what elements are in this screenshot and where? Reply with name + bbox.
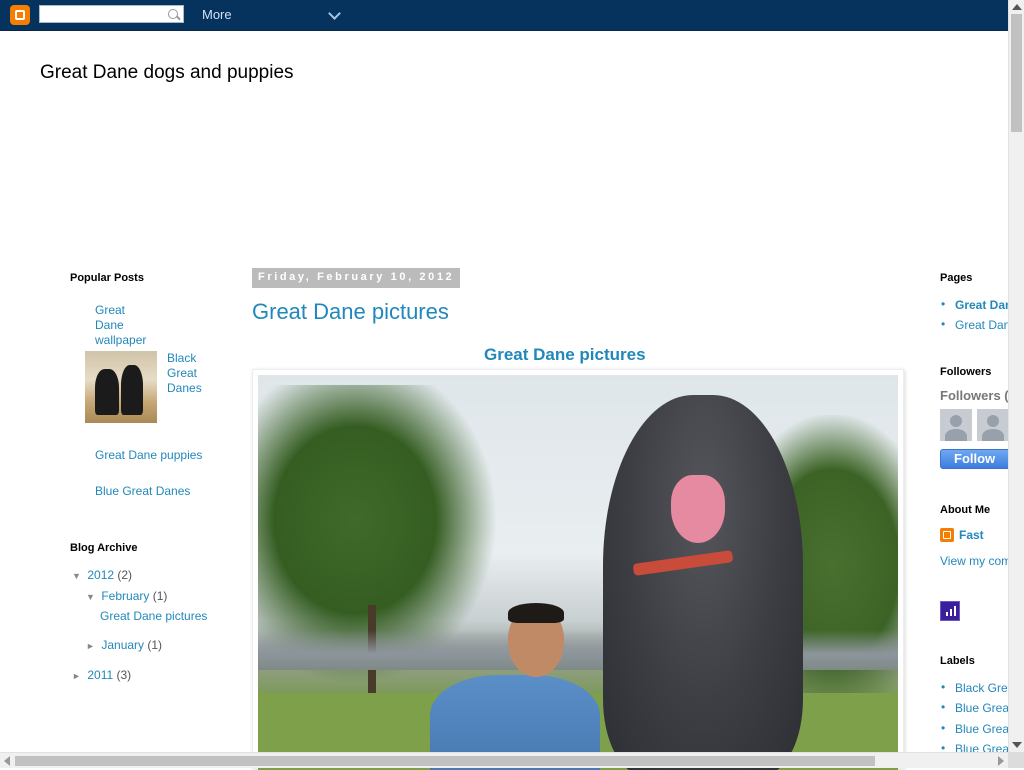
blog-title[interactable]: Great Dane dogs and puppies: [40, 62, 294, 84]
black-great-danes-thumbnail[interactable]: [85, 351, 157, 423]
label-link[interactable]: Blue Grea: [955, 701, 1009, 715]
thumbnail-dog-shape: [95, 369, 119, 415]
page-link[interactable]: Great Dan: [955, 318, 1010, 332]
archive-month-february: ▼ February (1): [86, 589, 167, 603]
navbar-search-input[interactable]: [43, 7, 163, 21]
blogger-logo-icon[interactable]: [10, 5, 30, 25]
expand-toggle-icon[interactable]: ►: [72, 671, 84, 681]
followers-count: Followers (: [940, 388, 1009, 403]
labels-widget-title: Labels: [940, 655, 975, 667]
archive-count: (1): [147, 638, 163, 652]
navbar-search-box[interactable]: [39, 5, 184, 23]
scroll-up-arrow-icon[interactable]: [1012, 4, 1022, 10]
about-me-title: About Me: [940, 504, 991, 516]
archive-count: (1): [152, 589, 168, 603]
popular-post-link-puppies[interactable]: Great Dane puppies: [95, 448, 202, 463]
bullet: •: [941, 680, 946, 694]
expand-toggle-icon[interactable]: ►: [86, 641, 98, 651]
photo-man-hair: [508, 603, 564, 623]
archive-year-link[interactable]: 2011: [87, 668, 113, 682]
page-link[interactable]: Great Dan: [955, 298, 1012, 312]
archive-month-link[interactable]: January: [101, 638, 144, 652]
expand-toggle-icon[interactable]: ▼: [72, 571, 84, 581]
post-subtitle: Great Dane pictures: [484, 345, 646, 364]
follower-avatar[interactable]: [977, 409, 1009, 441]
horizontal-scrollbar[interactable]: [0, 752, 1008, 768]
thumbnail-dog-shape: [121, 365, 143, 415]
search-icon[interactable]: [168, 9, 178, 19]
post-date-header: Friday, February 10, 2012: [252, 268, 461, 288]
vertical-scrollbar[interactable]: [1008, 0, 1024, 752]
blogger-navbar: More: [0, 0, 1008, 31]
profile-name-link[interactable]: Fast: [959, 528, 984, 542]
archive-year-link[interactable]: 2012: [87, 568, 114, 582]
archive-month-january: ► January (1): [86, 638, 162, 652]
archive-count: (3): [116, 668, 132, 682]
follow-button[interactable]: Follow: [940, 449, 1012, 469]
vertical-scroll-thumb[interactable]: [1011, 14, 1022, 132]
stats-counter-icon[interactable]: [940, 601, 960, 621]
archive-post-link[interactable]: Great Dane pictures: [100, 609, 207, 623]
horizontal-scroll-thumb[interactable]: [15, 756, 875, 766]
followers-widget-title: Followers: [940, 366, 992, 378]
pages-widget-title: Pages: [940, 272, 973, 284]
popular-posts-title: Popular Posts: [70, 272, 144, 284]
bullet: •: [941, 297, 946, 311]
archive-year-2011: ► 2011 (3): [72, 668, 131, 682]
blogger-profile-icon: [940, 528, 954, 542]
follower-avatar[interactable]: [940, 409, 972, 441]
archive-post-entry: Great Dane pictures: [100, 609, 207, 623]
bullet: •: [941, 700, 946, 714]
scroll-right-arrow-icon[interactable]: [998, 756, 1004, 766]
popular-post-link-wallpaper[interactable]: Great Dane wallpaper: [95, 303, 146, 348]
chevron-down-icon[interactable]: [328, 7, 341, 20]
post-title[interactable]: Great Dane pictures: [252, 299, 449, 325]
bullet: •: [941, 721, 946, 735]
label-link[interactable]: Blue Grea: [955, 722, 1009, 736]
archive-month-link[interactable]: February: [101, 589, 149, 603]
label-link[interactable]: Black Gre: [955, 681, 1008, 695]
scroll-left-arrow-icon[interactable]: [4, 756, 10, 766]
bullet: •: [941, 317, 946, 331]
more-menu-button[interactable]: More: [202, 7, 232, 22]
great-dane-photo[interactable]: [258, 375, 898, 770]
blog-archive-title: Blog Archive: [70, 542, 138, 554]
archive-year-2012: ▼ 2012 (2): [72, 568, 132, 582]
expand-toggle-icon[interactable]: ▼: [86, 592, 98, 602]
archive-count: (2): [117, 568, 133, 582]
photo-dog-tongue: [671, 475, 725, 543]
popular-post-link-blue-great-danes[interactable]: Blue Great Danes: [95, 484, 190, 499]
scroll-down-arrow-icon[interactable]: [1012, 742, 1022, 748]
photo-great-dane: [603, 395, 803, 770]
scrollbar-corner: [1008, 752, 1024, 768]
post-image-frame: [252, 369, 904, 770]
view-profile-link[interactable]: View my com: [940, 554, 1011, 568]
popular-post-link-black-great-danes[interactable]: Black Great Danes: [167, 351, 202, 396]
